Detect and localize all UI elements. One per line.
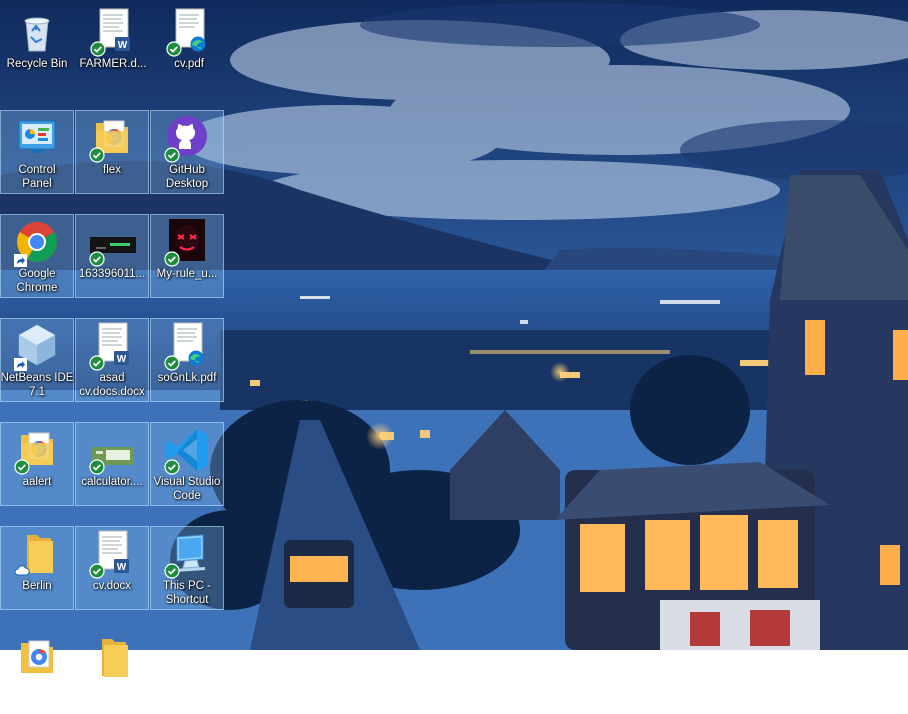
netbeans-icon	[13, 321, 61, 371]
github-desktop-shortcut[interactable]: GitHub Desktop	[150, 110, 224, 194]
icon-label: GitHub Desktop	[165, 164, 209, 190]
visual-studio-code-shortcut[interactable]: Visual Studio Code	[150, 422, 224, 506]
sync-status-icon	[89, 563, 105, 579]
folder-chrome-icon	[13, 633, 61, 683]
flex-folder[interactable]: flex	[75, 110, 149, 194]
sync-status-icon	[164, 147, 180, 163]
icon-label: soGnLk.pdf	[157, 372, 217, 384]
vscode-icon	[163, 425, 211, 475]
icon-label: cv.pdf	[174, 58, 204, 70]
word-document-icon: W	[88, 529, 136, 579]
netbeans-ide-shortcut[interactable]: NetBeans IDE 7.1	[0, 318, 74, 402]
folder-icon	[88, 633, 136, 683]
icon-label: Berlin	[22, 580, 52, 592]
github-desktop-icon	[163, 113, 211, 163]
aalert-folder[interactable]: aalert	[0, 422, 74, 506]
partial-folder-item[interactable]	[75, 630, 149, 714]
cloud-status-icon	[14, 563, 30, 579]
word-document-icon: W	[88, 321, 136, 371]
icon-label: NetBeans IDE 7.1	[0, 372, 74, 398]
sync-status-icon	[164, 355, 180, 371]
image-thumbnail-icon	[88, 217, 136, 267]
sync-status-icon	[89, 251, 105, 267]
my-rule-image-file[interactable]: My-rule_u...	[150, 214, 224, 298]
this-pc-icon	[163, 529, 211, 579]
farmer-docx-file[interactable]: W FARMER.d...	[76, 4, 150, 88]
icon-label: This PC - Shortcut	[163, 580, 211, 606]
icon-label: aalert	[22, 476, 52, 488]
icon-label: calculator....	[81, 476, 143, 488]
red-mask-image-icon	[163, 217, 211, 267]
sync-status-icon	[164, 563, 180, 579]
desktop-icon-grid: Recycle Bin W FARMER.d... cv.pdf Control…	[0, 0, 908, 677]
icon-label: asad cv.docs.docx	[79, 372, 145, 398]
icon-label: Recycle Bin	[6, 58, 68, 70]
calculator-image-file[interactable]: calculator....	[75, 422, 149, 506]
chrome-icon	[13, 217, 61, 267]
recycle-bin-icon	[13, 7, 61, 57]
folder-chrome-icon	[88, 113, 136, 163]
calculator-image-icon	[88, 425, 136, 475]
berlin-folder[interactable]: Berlin	[0, 526, 74, 610]
sognlk-pdf-file[interactable]: soGnLk.pdf	[150, 318, 224, 402]
pdf-edge-icon	[163, 321, 211, 371]
shortcut-arrow-icon	[14, 254, 27, 267]
icon-label: flex	[103, 164, 121, 176]
pdf-edge-icon	[165, 7, 213, 57]
google-chrome-shortcut[interactable]: Google Chrome	[0, 214, 74, 298]
cv-docx-file[interactable]: W cv.docx	[75, 526, 149, 610]
sync-status-icon	[164, 459, 180, 475]
this-pc-shortcut[interactable]: This PC - Shortcut	[150, 526, 224, 610]
icon-label: FARMER.d...	[79, 58, 147, 70]
word-document-icon: W	[89, 7, 137, 57]
svg-text:W: W	[117, 562, 127, 573]
recycle-bin-shortcut[interactable]: Recycle Bin	[0, 4, 74, 88]
asad-cv-docx-file[interactable]: W asad cv.docs.docx	[75, 318, 149, 402]
image-163396011-file[interactable]: 163396011...	[75, 214, 149, 298]
icon-label: cv.docx	[92, 580, 132, 592]
icon-label: Control Panel	[18, 164, 56, 190]
icon-label: Google Chrome	[16, 268, 58, 294]
shortcut-arrow-icon	[14, 358, 27, 371]
partial-folder-item[interactable]	[0, 630, 74, 714]
icon-label: Visual Studio Code	[153, 476, 221, 502]
svg-text:W: W	[118, 40, 128, 51]
folder-cloud-icon	[13, 529, 61, 579]
sync-status-icon	[164, 251, 180, 267]
control-panel-icon	[13, 113, 61, 163]
sync-status-icon	[89, 459, 105, 475]
svg-text:W: W	[117, 354, 127, 365]
sync-status-icon	[90, 41, 106, 57]
sync-status-icon	[89, 355, 105, 371]
control-panel-shortcut[interactable]: Control Panel	[0, 110, 74, 194]
icon-label: My-rule_u...	[156, 268, 218, 280]
folder-chrome-icon	[13, 425, 61, 475]
sync-status-icon	[14, 459, 30, 475]
icon-label: 163396011...	[78, 268, 146, 280]
sync-status-icon	[166, 41, 182, 57]
sync-status-icon	[89, 147, 105, 163]
cv-pdf-file[interactable]: cv.pdf	[152, 4, 226, 88]
